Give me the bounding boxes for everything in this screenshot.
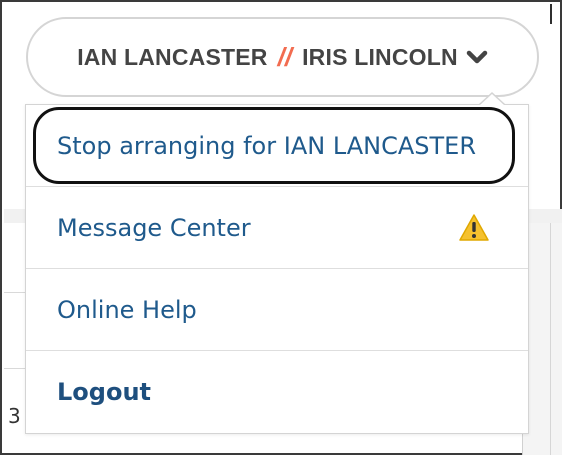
menu-item-online-help[interactable]: Online Help xyxy=(26,269,528,351)
user-separator: // xyxy=(277,41,293,72)
primary-user-name: IAN LANCASTER xyxy=(77,43,268,70)
dropdown-caret-fill xyxy=(480,94,504,105)
secondary-user-name: IRIS LINCOLN xyxy=(302,43,458,70)
user-switcher-button[interactable]: IAN LANCASTER // IRIS LINCOLN xyxy=(26,17,539,97)
menu-item-label: Message Center xyxy=(57,213,251,242)
warning-icon xyxy=(458,213,490,243)
menu-item-label: Stop arranging for IAN LANCASTER xyxy=(57,131,477,160)
user-menu-dropdown: Stop arranging for IAN LANCASTER Message… xyxy=(25,104,529,434)
chevron-down-icon[interactable] xyxy=(466,49,488,65)
menu-item-label: Logout xyxy=(57,378,152,406)
background-divider xyxy=(550,4,552,24)
background-partial-text: 3 xyxy=(8,404,21,428)
background-column-divider xyxy=(550,223,551,455)
menu-item-logout[interactable]: Logout xyxy=(26,351,528,433)
menu-item-label: Online Help xyxy=(57,295,197,324)
menu-item-message-center[interactable]: Message Center xyxy=(26,187,528,269)
menu-item-stop-arranging[interactable]: Stop arranging for IAN LANCASTER xyxy=(26,105,528,187)
